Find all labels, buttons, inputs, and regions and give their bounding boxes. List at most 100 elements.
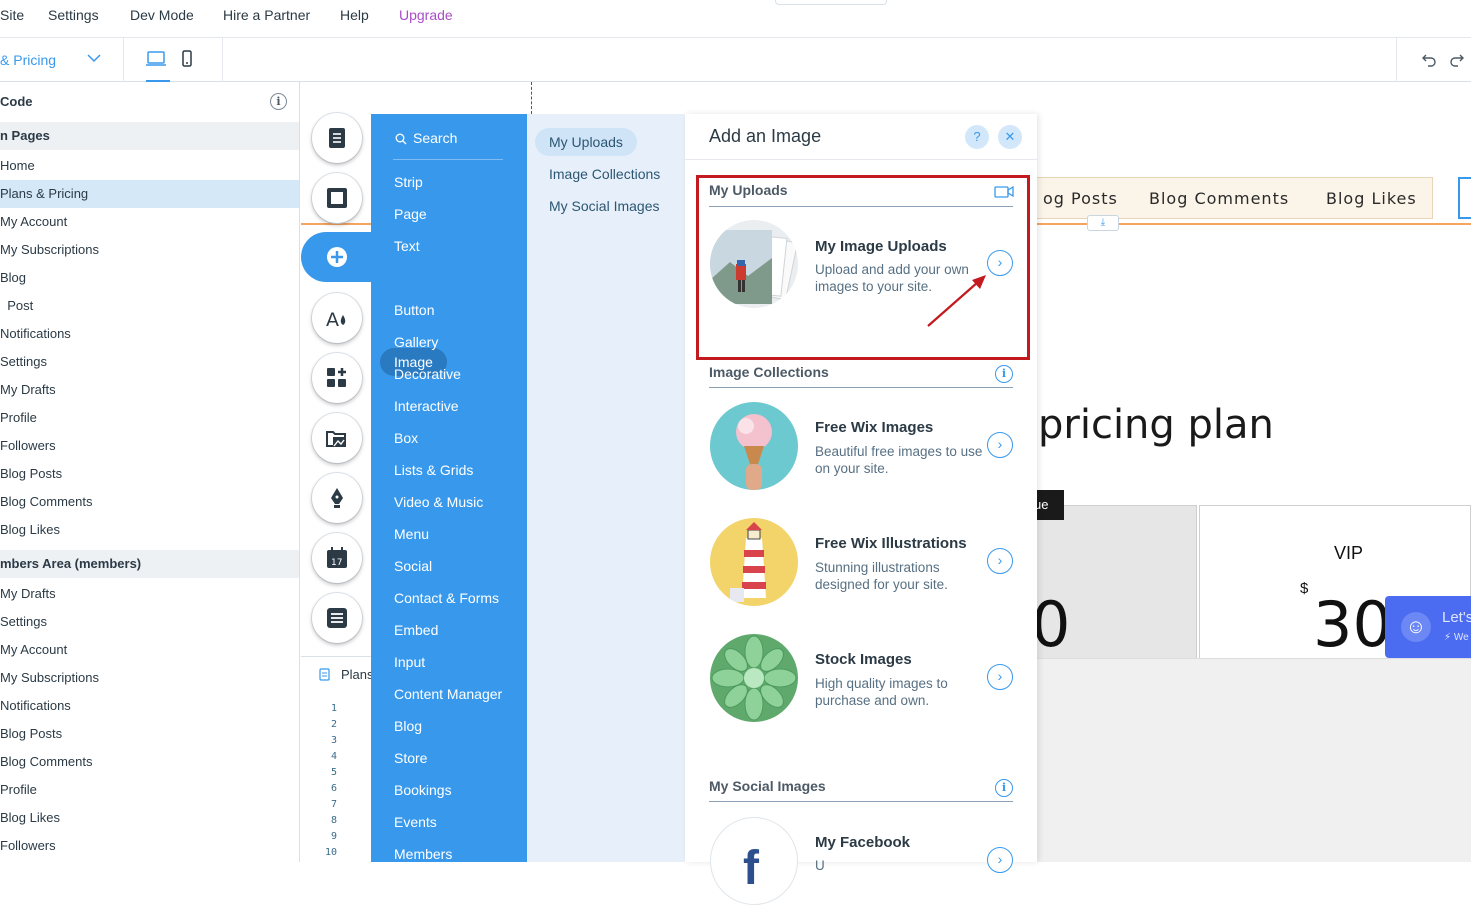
chat-widget[interactable]: ☺ Let's ⚡ We: [1385, 596, 1471, 658]
pricing-heading[interactable]: pricing plan: [1038, 402, 1274, 448]
subcategory-my-uploads[interactable]: My Uploads: [535, 128, 637, 156]
succulent-image: [711, 635, 797, 721]
category-video-and-music[interactable]: Video & Music: [394, 494, 483, 510]
free-wix-images-arrow-button[interactable]: ›: [987, 432, 1013, 458]
category-contact-and-forms[interactable]: Contact & Forms: [394, 590, 499, 606]
media-manager-button[interactable]: [312, 413, 362, 463]
redo-icon[interactable]: [1449, 52, 1465, 68]
category-box[interactable]: Box: [394, 430, 418, 446]
page-item-settings[interactable]: Settings: [0, 348, 299, 376]
category-blog[interactable]: Blog: [394, 718, 422, 734]
mobile-view-button[interactable]: [180, 50, 194, 73]
add-elements-button[interactable]: [312, 232, 362, 282]
category-input[interactable]: Input: [394, 654, 425, 670]
category-embed[interactable]: Embed: [394, 622, 438, 638]
site-menu-item-blog-posts[interactable]: og Posts: [1043, 189, 1118, 208]
category-menu[interactable]: Menu: [394, 526, 429, 542]
add-apps-button[interactable]: [312, 353, 362, 403]
category-social[interactable]: Social: [394, 558, 432, 574]
members-page-item-notifications[interactable]: Notifications: [0, 692, 299, 720]
stock-images-title[interactable]: Stock Images: [815, 651, 912, 668]
site-menu-item-blog-comments[interactable]: Blog Comments: [1149, 189, 1289, 208]
page-item-blog-likes[interactable]: Blog Likes: [0, 516, 299, 544]
category-content-manager[interactable]: Content Manager: [394, 686, 502, 702]
page-selector[interactable]: & Pricing: [0, 38, 124, 82]
site-menu-strip[interactable]: og Posts Blog Comments Blog Likes: [1030, 177, 1433, 219]
members-page-item-my-drafts[interactable]: My Drafts: [0, 580, 299, 608]
page-item-blog-comments[interactable]: Blog Comments: [0, 488, 299, 516]
free-wix-images-title[interactable]: Free Wix Images: [815, 419, 933, 436]
members-area-header[interactable]: mbers Area (members): [0, 550, 299, 578]
category-lists-and-grids[interactable]: Lists & Grids: [394, 462, 473, 478]
blog-button[interactable]: [312, 473, 362, 523]
menu-upgrade[interactable]: Upgrade: [399, 7, 453, 23]
members-page-item-my-subscriptions[interactable]: My Subscriptions: [0, 664, 299, 692]
info-icon[interactable]: i: [995, 779, 1013, 797]
stock-images-arrow-button[interactable]: ›: [987, 664, 1013, 690]
bookings-button[interactable]: 17: [312, 533, 362, 583]
free-wix-illustrations-thumbnail[interactable]: [710, 518, 798, 606]
plan-card[interactable]: 0: [1030, 505, 1197, 665]
members-page-item-my-account[interactable]: My Account: [0, 636, 299, 664]
category-strip[interactable]: Strip: [394, 174, 423, 190]
menu-hire-a-partner[interactable]: Hire a Partner: [223, 7, 310, 23]
page-item-profile[interactable]: Profile: [0, 404, 299, 432]
page-item-my-subscriptions[interactable]: My Subscriptions: [0, 236, 299, 264]
info-icon[interactable]: i: [995, 365, 1013, 383]
page-item-blog[interactable]: Blog: [0, 264, 299, 292]
page-item-post[interactable]: Post: [0, 292, 299, 320]
subcategory-my-social-images[interactable]: My Social Images: [549, 198, 659, 214]
background-button[interactable]: [312, 173, 362, 223]
category-members[interactable]: Members: [394, 846, 452, 862]
desktop-view-button[interactable]: [144, 50, 170, 82]
stock-images-thumbnail[interactable]: [710, 634, 798, 722]
page-item-plans-and-pricing[interactable]: Plans & Pricing: [0, 180, 299, 208]
page-item-my-account[interactable]: My Account: [0, 208, 299, 236]
code-section-header[interactable]: Code i: [0, 88, 299, 116]
category-interactive[interactable]: Interactive: [394, 398, 459, 414]
category-gallery[interactable]: Gallery: [394, 334, 438, 350]
page-item-label: Profile: [0, 782, 37, 797]
undo-icon[interactable]: [1421, 52, 1437, 68]
my-facebook-title[interactable]: My Facebook: [815, 834, 910, 851]
content-manager-button[interactable]: [312, 593, 362, 643]
category-events[interactable]: Events: [394, 814, 437, 830]
page-item-notifications[interactable]: Notifications: [0, 320, 299, 348]
pages-menu-button[interactable]: [312, 113, 362, 163]
help-button[interactable]: ?: [965, 125, 989, 149]
members-page-item-blog-likes[interactable]: Blog Likes: [0, 804, 299, 832]
menu-dev-mode[interactable]: Dev Mode: [130, 7, 194, 23]
page-item-followers[interactable]: Followers: [0, 432, 299, 460]
close-button[interactable]: ✕: [998, 125, 1022, 149]
menu-settings[interactable]: Settings: [48, 7, 99, 23]
members-page-item-followers[interactable]: Followers: [0, 832, 299, 860]
members-page-item-blog-posts[interactable]: Blog Posts: [0, 720, 299, 748]
page-item-home[interactable]: Home: [0, 152, 299, 180]
my-facebook-arrow-button[interactable]: ›: [987, 847, 1013, 873]
free-wix-images-thumbnail[interactable]: [710, 402, 798, 490]
menu-site[interactable]: Site: [0, 7, 24, 23]
category-store[interactable]: Store: [394, 750, 427, 766]
members-page-item-profile[interactable]: Profile: [0, 776, 299, 804]
category-page[interactable]: Page: [394, 206, 427, 222]
category-search[interactable]: Search: [393, 128, 503, 160]
facebook-thumbnail[interactable]: f: [710, 817, 798, 905]
page-item-blog-posts[interactable]: Blog Posts: [0, 460, 299, 488]
category-bookings[interactable]: Bookings: [394, 782, 452, 798]
theme-manager-button[interactable]: A: [312, 293, 362, 343]
page-item-my-drafts[interactable]: My Drafts: [0, 376, 299, 404]
menu-help[interactable]: Help: [340, 7, 369, 23]
info-icon[interactable]: i: [270, 93, 287, 110]
free-wix-illustrations-title[interactable]: Free Wix Illustrations: [815, 535, 967, 552]
page-item-label: Blog Likes: [0, 810, 60, 825]
category-button[interactable]: Button: [394, 302, 434, 318]
members-page-item-settings[interactable]: Settings: [0, 608, 299, 636]
free-wix-illustrations-arrow-button[interactable]: ›: [987, 548, 1013, 574]
header-resize-handle[interactable]: ⤓: [1087, 215, 1119, 231]
subcategory-image-collections[interactable]: Image Collections: [549, 166, 660, 182]
main-pages-header[interactable]: n Pages: [0, 122, 299, 150]
site-menu-item-blog-likes[interactable]: Blog Likes: [1326, 189, 1417, 208]
members-page-item-blog-comments[interactable]: Blog Comments: [0, 748, 299, 776]
category-decorative[interactable]: Decorative: [394, 366, 461, 382]
category-text[interactable]: Text: [394, 238, 420, 254]
